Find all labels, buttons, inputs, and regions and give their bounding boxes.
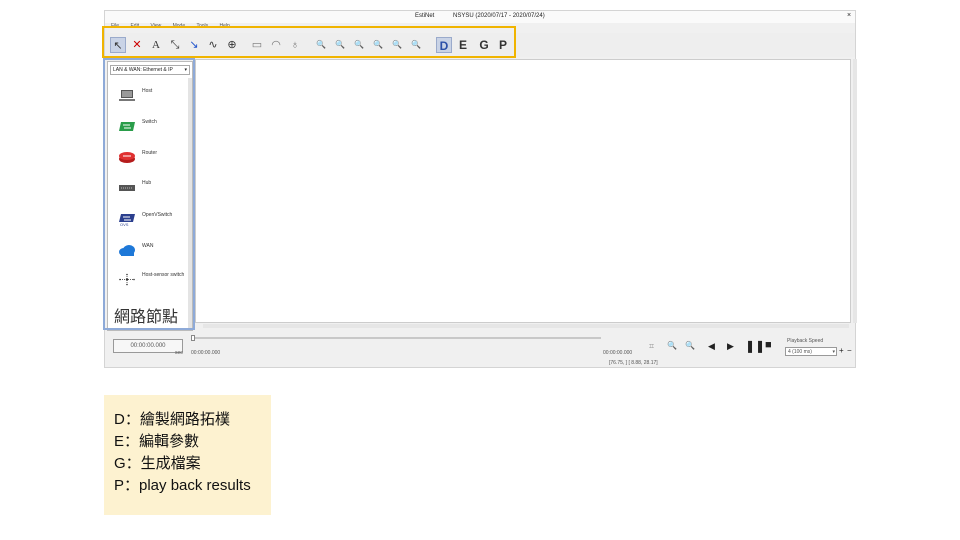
- timeline-track[interactable]: [191, 337, 601, 339]
- rewind-icon[interactable]: ◀: [708, 341, 715, 352]
- zoom-in-small-icon[interactable]: 🔍: [667, 341, 677, 350]
- node-panel-caption: 網路節點: [112, 303, 181, 327]
- app-window: EstiNet NSYSU (2020/07/17 - 2020/07/24) …: [104, 10, 857, 368]
- legend-line-g: G：生成檔案: [114, 455, 201, 472]
- title-bar: EstiNet NSYSU (2020/07/17 - 2020/07/24) …: [105, 11, 855, 23]
- playback-speed-label: Playback Speed: [787, 338, 824, 344]
- zoom-out-small-icon[interactable]: 🔍: [685, 341, 695, 350]
- chevron-down-icon: ▾: [832, 349, 835, 355]
- playback-speed-select[interactable]: 4 (100 ms) ▾: [785, 347, 837, 356]
- playback-speed-value: 4 (100 ms): [788, 349, 812, 355]
- timeline-slider-handle[interactable]: [191, 335, 195, 341]
- coord-readout: 00:00:00.000: [603, 350, 633, 356]
- mode-legend: D：繪製網路拓樸 E：編輯參數 G：生成檔案 P：play back resul…: [104, 395, 271, 515]
- start-time-field[interactable]: 00:00:00.000: [113, 339, 183, 353]
- tag-icon[interactable]: ⌗: [649, 341, 654, 352]
- app-title: EstiNet: [415, 13, 435, 19]
- plus-icon[interactable]: +: [839, 346, 844, 355]
- canvas-horizontal-scrollbar[interactable]: [203, 324, 849, 328]
- legend-line-d: D：繪製網路拓樸: [114, 411, 230, 428]
- legend-line-e: E：編輯參數: [114, 433, 200, 450]
- play-icon[interactable]: ▶: [727, 341, 734, 352]
- stop-icon[interactable]: ■: [765, 339, 772, 351]
- minus-icon[interactable]: −: [847, 346, 852, 355]
- sec-label: sec: [175, 350, 183, 356]
- pause-icon[interactable]: ❚❚: [745, 339, 765, 353]
- project-title: NSYSU (2020/07/17 - 2020/07/24): [453, 13, 545, 19]
- canvas-vertical-scrollbar[interactable]: [853, 59, 857, 323]
- toolbar-highlight: [102, 26, 516, 58]
- node-panel-highlight: [103, 58, 195, 330]
- legend-line-p: P：play back results: [114, 477, 251, 494]
- time-readout: 00:00:00.000: [191, 350, 221, 356]
- bottom-bar: 00:00:00.000 sec 00:00:00.000 00:00:00.0…: [105, 333, 855, 367]
- topology-canvas[interactable]: [195, 59, 851, 323]
- close-button[interactable]: ×: [847, 12, 851, 19]
- position-readout: [76.75, ] [ 8.88, 28.17]: [609, 360, 658, 366]
